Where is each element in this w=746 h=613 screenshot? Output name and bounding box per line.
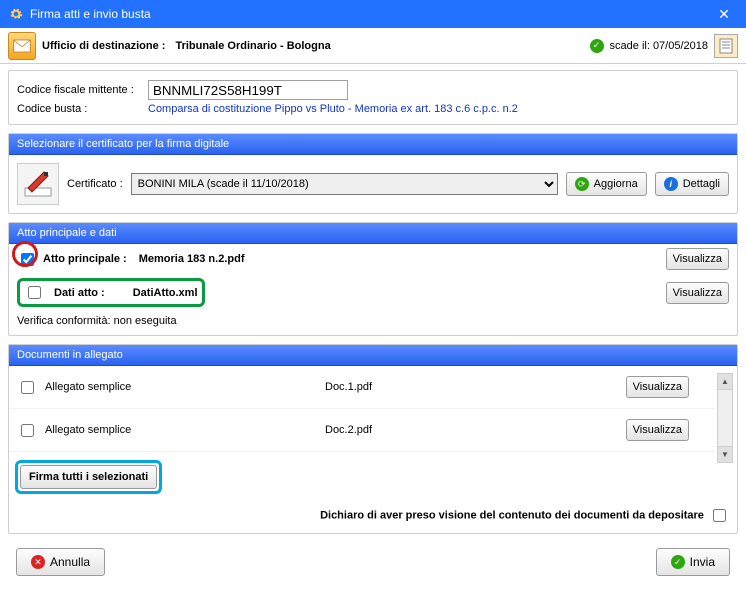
atto-checkbox[interactable] [21,253,34,266]
expiry-text: scade il: 07/05/2018 [610,40,708,52]
declare-checkbox[interactable] [713,509,726,522]
titlebar: Firma atti e invio busta ✕ [0,0,746,28]
doc-visualizza-button[interactable]: Visualizza [626,419,689,441]
cf-label: Codice fiscale mittente : [17,84,142,96]
document-icon[interactable] [714,34,738,58]
doc-name: Doc.2.pdf [325,424,525,436]
details-button[interactable]: i Dettagli [655,172,729,196]
dest-label: Ufficio di destinazione : [42,40,165,52]
signature-icon [17,163,59,205]
refresh-icon: ⟳ [575,177,589,191]
refresh-button[interactable]: ⟳ Aggiorna [566,172,647,196]
scroll-up-icon[interactable]: ▲ [718,374,732,390]
cf-input[interactable] [148,80,348,100]
footer: ✕ Annulla ✓ Invia [8,542,738,582]
scrollbar[interactable]: ▲ ▼ [717,373,733,463]
busta-value: Comparsa di costituzione Pippo vs Pluto … [148,103,518,115]
dati-label: Dati atto : [54,287,105,299]
cert-panel: Selezionare il certificato per la firma … [8,133,738,214]
dati-value: DatiAtto.xml [133,287,198,299]
dati-checkbox[interactable] [28,286,41,299]
dati-visualizza-button[interactable]: Visualizza [666,282,729,304]
doc-type: Allegato semplice [45,424,325,436]
mittente-panel: Codice fiscale mittente : Codice busta :… [8,70,738,125]
info-icon: i [664,177,678,191]
close-button[interactable]: ✕ [710,0,738,28]
docs-section-title: Documenti in allegato [9,345,737,366]
declare-row: Dichiaro di aver preso visione del conte… [9,500,737,533]
header-bar: Ufficio di destinazione : Tribunale Ordi… [0,28,746,64]
table-row: Allegato semplice Doc.2.pdf Visualizza [9,409,715,452]
doc-name: Doc.1.pdf [325,381,525,393]
envelope-icon [8,32,36,60]
highlight-box-icon: Dati atto : DatiAtto.xml [17,278,205,307]
sign-all-button[interactable]: Firma tutti i selezionati [20,465,157,489]
atto-principale-row: Atto principale : Memoria 183 n.2.pdf Vi… [9,244,737,274]
atto-label: Atto principale : [43,253,127,265]
check-icon: ✓ [590,39,604,53]
table-row: Allegato semplice Doc.1.pdf Visualizza [9,366,715,409]
atto-visualizza-button[interactable]: Visualizza [666,248,729,270]
verifica-text: Verifica conformità: non eseguita [9,311,737,335]
atti-panel: Atto principale e dati Atto principale :… [8,222,738,336]
busta-label: Codice busta : [17,103,142,115]
ok-icon: ✓ [671,555,685,569]
gear-icon [8,6,24,22]
atti-section-title: Atto principale e dati [9,223,737,244]
cancel-button[interactable]: ✕ Annulla [16,548,105,576]
cert-select[interactable]: BONINI MILA (scade il 11/10/2018) [131,173,558,195]
doc-visualizza-button[interactable]: Visualizza [626,376,689,398]
dati-atto-row: Dati atto : DatiAtto.xml Visualizza [9,274,737,311]
docs-panel: Documenti in allegato ▲ ▼ Allegato sempl… [8,344,738,534]
doc-checkbox[interactable] [21,424,34,437]
cert-section-title: Selezionare il certificato per la firma … [9,134,737,155]
cancel-icon: ✕ [31,555,45,569]
window-title: Firma atti e invio busta [30,7,151,21]
doc-checkbox[interactable] [21,381,34,394]
scroll-down-icon[interactable]: ▼ [718,446,732,462]
highlight-box-sign: Firma tutti i selezionati [15,460,162,494]
atto-value: Memoria 183 n.2.pdf [139,253,245,265]
cert-label: Certificato : [67,178,123,190]
declare-text: Dichiaro di aver preso visione del conte… [320,509,704,521]
doc-type: Allegato semplice [45,381,325,393]
dest-value: Tribunale Ordinario - Bologna [175,40,330,52]
send-button[interactable]: ✓ Invia [656,548,730,576]
